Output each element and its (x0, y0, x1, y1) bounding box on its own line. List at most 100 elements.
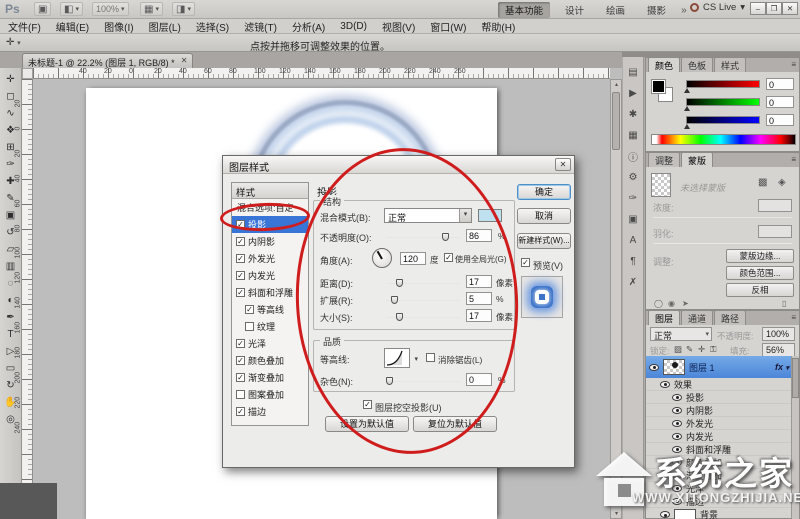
menu-item[interactable]: 编辑(E) (56, 19, 89, 34)
lock-all-icon[interactable]: ⚿ (710, 344, 716, 355)
brush-presets-icon[interactable]: ✑ (625, 191, 641, 205)
move-tool-icon[interactable]: ✛ (2, 71, 20, 88)
panel-tab[interactable]: 路径 (714, 310, 747, 325)
feather-slider[interactable] (653, 243, 792, 244)
layer-effect-row[interactable]: 外发光 (646, 417, 793, 430)
style-list-item[interactable]: 图案叠加 (232, 386, 308, 403)
mini-bridge-icon[interactable]: ▤ (625, 65, 641, 79)
style-checkbox[interactable]: ✓ (236, 237, 245, 246)
layer-row-selected[interactable]: 图层 1 fx ▾ (646, 356, 793, 378)
scrollbar-thumb[interactable] (792, 358, 799, 398)
review-mode-icon[interactable]: ▶ (625, 86, 641, 100)
layer-effect-row[interactable]: 投影 (646, 391, 793, 404)
mask-enable-icon[interactable]: ◉ (668, 299, 675, 308)
density-value[interactable] (758, 199, 792, 212)
tab-close-icon[interactable]: ✕ (181, 56, 188, 68)
visibility-eye-icon[interactable] (660, 380, 670, 388)
character-icon[interactable]: A (625, 233, 641, 247)
style-list-item[interactable]: ✓ 外发光 (232, 250, 308, 267)
blue-slider[interactable] (684, 116, 760, 129)
style-list-item[interactable]: ✓ 内阴影 (232, 233, 308, 250)
scroll-up-icon[interactable]: ▴ (612, 81, 621, 88)
histogram-icon[interactable]: ▦ (625, 128, 641, 142)
dialog-close-button[interactable]: ✕ (555, 158, 571, 171)
panel-tab[interactable]: 调整 (648, 152, 681, 167)
mask-edge-button[interactable]: 蒙版边缘... (726, 249, 794, 263)
visibility-eye-icon[interactable] (672, 393, 682, 401)
cancel-button[interactable]: 取消 (517, 208, 571, 224)
menu-item[interactable]: 窗口(W) (430, 19, 466, 34)
info-icon[interactable]: ⓘ (625, 149, 641, 164)
menu-item[interactable]: 选择(S) (196, 19, 229, 34)
clone-source-icon[interactable]: ▣ (625, 212, 641, 226)
style-checkbox[interactable]: ✓ (236, 339, 245, 348)
workspace-button[interactable]: 设计 (558, 2, 591, 18)
panel-tab[interactable]: 通道 (681, 310, 714, 325)
style-checkbox[interactable]: ✓ (236, 356, 245, 365)
restore-button[interactable]: ❐ (766, 2, 782, 15)
menu-item[interactable]: 帮助(H) (481, 19, 515, 34)
menu-item[interactable]: 视图(V) (382, 19, 415, 34)
layer-effect-row[interactable]: 内发光 (646, 430, 793, 443)
mask-view-icon[interactable]: ◯ (654, 299, 663, 308)
density-slider[interactable] (653, 217, 792, 218)
panel-menu-icon[interactable]: ≡ (791, 155, 796, 164)
eyedropper-tool-icon[interactable]: ✑ (2, 156, 20, 173)
slider-thumb[interactable] (684, 106, 690, 111)
blue-value[interactable]: 0 (766, 114, 794, 126)
mask-link-icon[interactable]: ➤ (682, 299, 689, 308)
delete-mask-icon[interactable]: ▯ (782, 299, 786, 308)
view-extras-icon[interactable]: ◧ ▾ (60, 2, 83, 16)
feather-value[interactable] (758, 225, 792, 238)
style-list-item[interactable]: ✓ 渐变叠加 (232, 369, 308, 386)
visibility-eye-icon[interactable] (672, 419, 682, 427)
close-button[interactable]: ✕ (782, 2, 798, 15)
visibility-eye-icon[interactable] (672, 406, 682, 414)
blend-mode-select[interactable]: 正常 ▾ (650, 327, 712, 341)
add-pixel-mask-icon[interactable]: ▩ (758, 177, 767, 188)
workspace-button[interactable]: 摄影 (640, 2, 673, 18)
workspace-button[interactable]: 绘画 (599, 2, 632, 18)
lock-pixels-icon[interactable]: ✎ (686, 344, 693, 355)
style-checkbox[interactable]: ✓ (236, 407, 245, 416)
panel-tab[interactable]: 样式 (714, 57, 747, 72)
style-checkbox[interactable]: ✓ (236, 373, 245, 382)
tools-extra-icon[interactable]: ✗ (625, 275, 641, 289)
panel-tab[interactable]: 图层 (648, 310, 681, 325)
workspace-overflow-icon[interactable]: » (681, 5, 687, 16)
style-checkbox[interactable]: ✓ (236, 254, 245, 263)
panel-tab[interactable]: 蒙版 (681, 152, 714, 167)
workspace-button[interactable]: 基本功能 (498, 2, 551, 18)
red-slider[interactable] (684, 80, 760, 93)
green-value[interactable]: 0 (766, 96, 794, 108)
add-vector-mask-icon[interactable]: ◈ (778, 177, 786, 188)
arrange-documents-icon[interactable]: ▦ ▾ (140, 2, 163, 16)
menu-item[interactable]: 图像(I) (104, 19, 133, 34)
style-checkbox[interactable]: ✓ (236, 271, 245, 280)
style-checkbox[interactable] (236, 390, 245, 399)
adjustments-icon[interactable]: ✱ (625, 107, 641, 121)
layer-thumbnail[interactable] (663, 359, 685, 375)
red-value[interactable]: 0 (766, 78, 794, 90)
layer-effect-row[interactable]: 内阴影 (646, 404, 793, 417)
lock-transparency-icon[interactable]: ▨ (674, 344, 682, 355)
panel-menu-icon[interactable]: ≡ (791, 313, 796, 322)
ok-button[interactable]: 确定 (517, 184, 571, 200)
panel-menu-icon[interactable]: ≡ (791, 60, 796, 69)
bridge-icon[interactable]: ▣ (34, 2, 52, 16)
paragraph-icon[interactable]: ¶ (625, 254, 641, 268)
fill-value[interactable]: 56% (762, 343, 795, 357)
style-checkbox[interactable]: ✓ (236, 288, 245, 297)
screen-mode-icon[interactable]: ◨ ▾ (172, 2, 195, 16)
style-checkbox[interactable]: ✓ (245, 305, 254, 314)
color-spectrum-ramp[interactable] (651, 134, 796, 145)
scrollbar-thumb[interactable] (612, 92, 620, 150)
style-list-item[interactable]: ✓ 描边 (232, 403, 308, 420)
style-list-item[interactable]: ✓ 光泽 (232, 335, 308, 352)
slider-thumb[interactable] (684, 88, 690, 93)
move-tool-options-icon[interactable]: ✛ ▾ (6, 37, 21, 48)
style-checkbox[interactable] (245, 322, 254, 331)
visibility-eye-icon[interactable] (649, 363, 659, 371)
fx-badge[interactable]: fx ▾ (775, 362, 789, 372)
style-list-item[interactable]: ✓ 颜色叠加 (232, 352, 308, 369)
